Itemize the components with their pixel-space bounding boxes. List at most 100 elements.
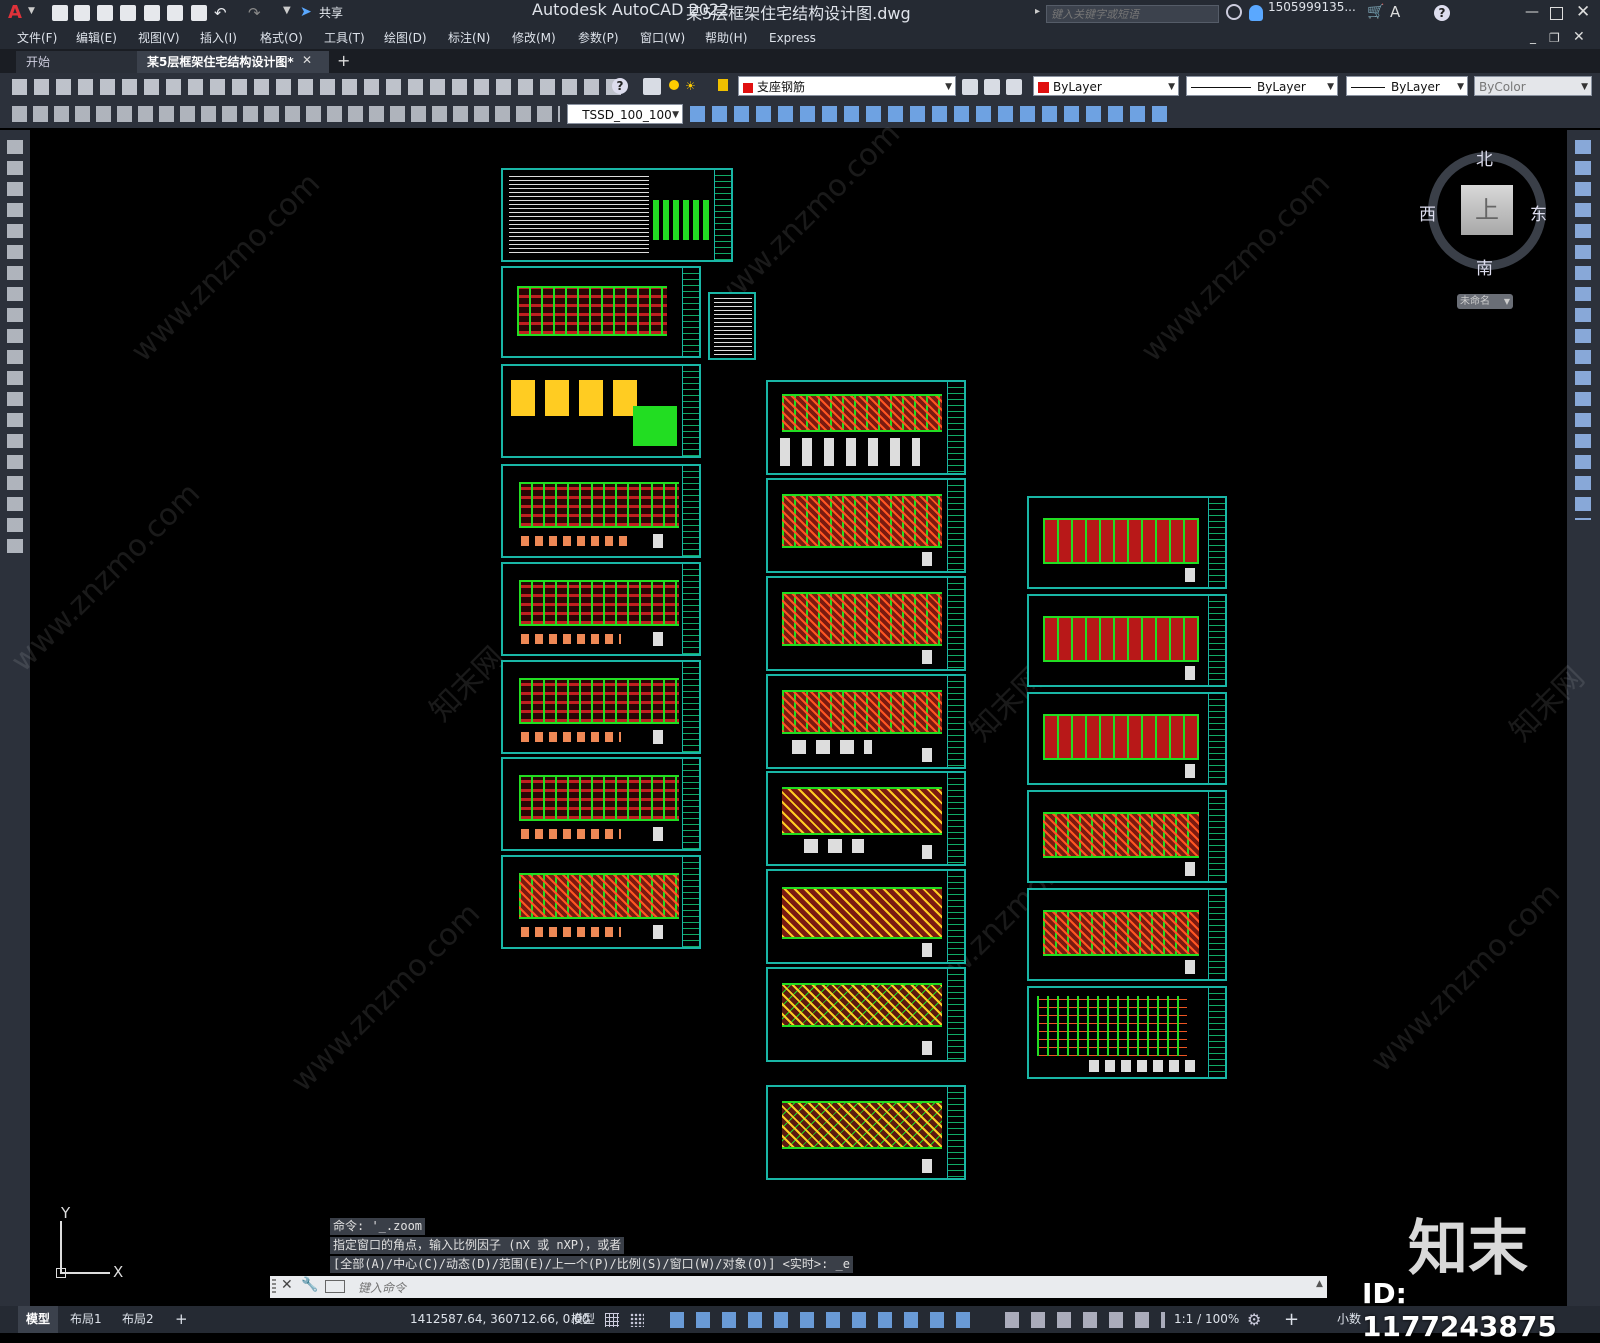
menu-tools[interactable]: 工具(T) [324, 27, 365, 49]
units-display[interactable]: 小数 [1337, 1306, 1361, 1333]
menu-dimension[interactable]: 标注(N) [448, 27, 490, 49]
drawing-sheet-slab-reinforcement-4[interactable] [1027, 790, 1227, 883]
drawing-sheet-slab-reinforcement-5[interactable] [1027, 888, 1227, 981]
command-drag-handle[interactable] [272, 1279, 276, 1295]
help-button-icon[interactable]: ? [612, 78, 628, 94]
command-input[interactable] [356, 1277, 1320, 1298]
command-customize-icon[interactable]: 🔧 [301, 1277, 318, 1293]
drawing-sheet-stair-details[interactable] [1027, 986, 1227, 1079]
app-logo[interactable]: A [8, 3, 26, 23]
layer-previous-icon[interactable] [984, 79, 1000, 95]
drawing-sheet-beam-plan-4[interactable] [766, 674, 966, 769]
menu-express[interactable]: Express [769, 27, 816, 49]
menu-window[interactable]: 窗口(W) [640, 27, 685, 49]
menu-insert[interactable]: 插入(I) [200, 27, 237, 49]
drawing-sheet-beam-plan-2[interactable] [766, 478, 966, 573]
redo-icon[interactable]: ↷ [248, 4, 261, 22]
doc-restore-icon[interactable]: ❐ [1549, 31, 1560, 45]
new-file-icon[interactable] [52, 5, 68, 21]
viewcube-top-face[interactable]: 上 [1461, 185, 1513, 235]
drawing-sheet-column-plan-3[interactable] [501, 660, 701, 754]
undo-icon[interactable]: ↶ [214, 4, 227, 22]
layer-dropdown[interactable]: 支座钢筋 ▼ [738, 76, 956, 96]
open-file-icon[interactable] [74, 5, 90, 21]
add-layout-icon[interactable]: + [175, 1306, 188, 1333]
app-menu-chevron-icon[interactable]: ▼ [28, 6, 35, 16]
save-icon[interactable] [97, 5, 113, 21]
drawing-sheet-column-plan-1[interactable] [501, 464, 701, 558]
plot-icon[interactable] [191, 5, 207, 21]
save-as-icon[interactable] [120, 5, 136, 21]
drafting-tools-icons[interactable] [670, 1312, 970, 1328]
grid-icon[interactable] [605, 1313, 619, 1327]
search-input[interactable] [1046, 5, 1219, 23]
color-dropdown[interactable]: ByLayer ▼ [1033, 76, 1179, 96]
drawing-sheet-slab-plan-1[interactable] [766, 771, 966, 866]
tab-close-icon[interactable]: ✕ [302, 53, 312, 67]
drawing-sheet-slab-reinforcement-1[interactable] [1027, 496, 1227, 589]
user-name[interactable]: 1505999135... [1268, 0, 1356, 14]
standard-toolbar-icons[interactable] [12, 79, 622, 95]
drawing-sheet-foundation-plan[interactable] [501, 266, 701, 358]
menu-modify[interactable]: 修改(M) [512, 27, 556, 49]
command-close-icon[interactable]: ✕ [281, 1277, 293, 1293]
menu-view[interactable]: 视图(V) [138, 27, 180, 49]
dimension-toolbar-icons[interactable] [12, 106, 560, 122]
compass-south-label[interactable]: 南 [1476, 254, 1493, 279]
layout-tab-2[interactable]: 布局2 [122, 1306, 154, 1333]
menu-help[interactable]: 帮助(H) [705, 27, 747, 49]
compass-north-label[interactable]: 北 [1476, 145, 1493, 170]
maximize-icon[interactable] [1550, 7, 1563, 20]
cart-icon[interactable]: 🛒 [1367, 4, 1384, 20]
menu-file[interactable]: 文件(F) [17, 27, 57, 49]
save-web-icon[interactable] [167, 5, 183, 21]
menu-format[interactable]: 格式(O) [260, 27, 303, 49]
model-space-toggle[interactable]: 模型 [571, 1306, 595, 1333]
make-current-layer-icon[interactable] [962, 79, 978, 95]
layer-properties-icon[interactable] [643, 78, 661, 95]
help-icon[interactable]: ? [1434, 5, 1450, 21]
layout-tab-1[interactable]: 布局1 [70, 1306, 102, 1333]
drawing-sheet-column-plan-4[interactable] [501, 757, 701, 851]
close-icon[interactable]: ✕ [1576, 2, 1590, 22]
user-icon[interactable] [1249, 5, 1263, 21]
draw-toolbar-icons[interactable] [7, 140, 23, 560]
menu-parametric[interactable]: 参数(P) [578, 27, 619, 49]
menu-edit[interactable]: 编辑(E) [76, 27, 117, 49]
compass-east-label[interactable]: 东 [1530, 200, 1547, 225]
dimstyle-dropdown[interactable]: TSSD_100_100 ▼ [567, 104, 683, 124]
drawing-sheet-beam-plan-3[interactable] [766, 576, 966, 671]
drawing-sheet-slab-plan-3[interactable] [766, 967, 966, 1062]
compass-west-label[interactable]: 西 [1419, 200, 1436, 225]
lineweight-dropdown[interactable]: ByLayer ▼ [1346, 76, 1468, 96]
customize-qat-icon[interactable]: ▼ [283, 5, 291, 16]
coordinates-display[interactable]: 1412587.64, 360712.66, 0.00 [410, 1306, 589, 1333]
drawing-sheet-column-plan-5[interactable] [501, 855, 701, 949]
search-icon[interactable] [1226, 4, 1242, 20]
autodesk-account-icon[interactable]: A [1390, 3, 1400, 21]
tab-start[interactable]: 开始 [16, 51, 152, 73]
layer-states-icon[interactable] [1006, 79, 1022, 95]
share-icon[interactable]: ➤ [300, 4, 312, 20]
open-web-icon[interactable] [144, 5, 160, 21]
gear-icon[interactable]: ⚙ [1247, 1310, 1261, 1329]
annotation-tools-icons[interactable] [1005, 1312, 1165, 1328]
tab-active-drawing[interactable]: 某5层框架住宅结构设计图* [137, 51, 329, 73]
drawing-sheet-table[interactable] [708, 292, 756, 360]
drawing-sheet-notes[interactable] [501, 168, 733, 262]
command-scroll-icon[interactable]: ▲ [1316, 1279, 1323, 1289]
wcs-menu[interactable]: 未命名 ▼ [1457, 294, 1513, 309]
snap-mode-icon[interactable] [630, 1313, 644, 1327]
minimize-icon[interactable]: — [1525, 4, 1539, 20]
command-prompt-icon[interactable] [325, 1280, 345, 1293]
layout-tab-model[interactable]: 模型 [18, 1306, 58, 1333]
drawing-sheet-slab-plan-2[interactable] [766, 869, 966, 964]
drawing-sheet-beam-plan-1[interactable] [766, 380, 966, 475]
share-button[interactable]: 共享 [319, 0, 343, 27]
drawing-sheet-roof-plan[interactable] [766, 1085, 966, 1180]
doc-close-icon[interactable]: ✕ [1573, 29, 1585, 45]
drawing-sheet-column-plan-2[interactable] [501, 562, 701, 656]
modify-toolbar-icons[interactable] [690, 106, 1170, 122]
new-tab-icon[interactable]: + [337, 51, 350, 70]
drawing-sheet-foundation-details[interactable] [501, 364, 701, 458]
